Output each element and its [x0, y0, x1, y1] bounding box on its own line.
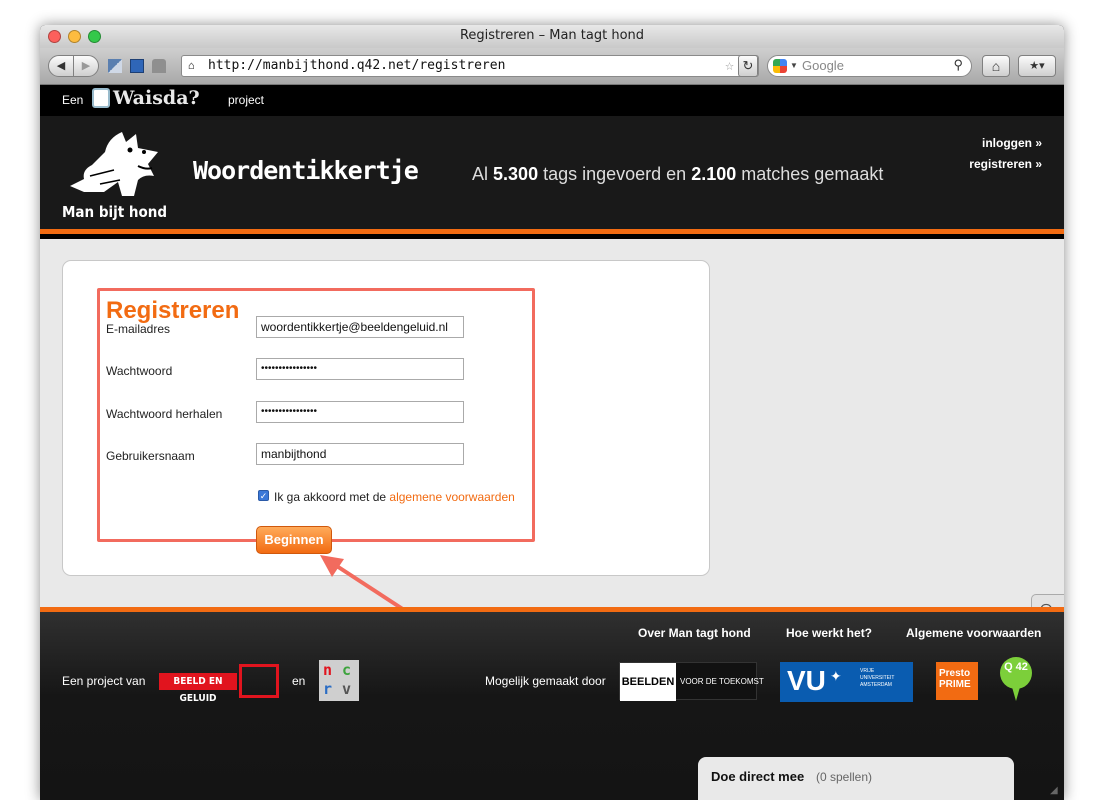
- terms-line: Ik ga akkoord met de algemene voorwaarde…: [274, 490, 515, 504]
- stats-line: Al 5.300 tags ingevoerd en 2.100 matches…: [472, 164, 883, 185]
- waisda-bar: Een Waisda? project: [40, 85, 1064, 116]
- bookmark-star-icon[interactable]: ☆: [725, 55, 734, 75]
- stats-tags-count: 5.300: [493, 164, 539, 184]
- terms-text: Ik ga akkoord met de: [274, 490, 387, 504]
- search-field[interactable]: ▼ Google ⚲: [767, 55, 972, 77]
- password-label: Wachtwoord: [106, 364, 173, 378]
- url-bar[interactable]: ⌂ http://manbijthond.q42.net/registreren…: [181, 55, 759, 77]
- zoom-window-button[interactable]: [88, 30, 101, 43]
- window-title: Registreren – Man tagt hond: [459, 28, 645, 43]
- waisda-prefix: Een: [62, 93, 84, 107]
- login-link[interactable]: inloggen »: [982, 136, 1042, 150]
- stats-post: matches gemaakt: [741, 164, 884, 184]
- registration-heading: Registreren: [106, 297, 240, 324]
- email-label: E-mailadres: [106, 322, 171, 336]
- forward-button[interactable]: ▶: [73, 55, 99, 77]
- home-icon[interactable]: ⌂: [982, 55, 1010, 77]
- window-titlebar: Registreren – Man tagt hond: [40, 25, 1064, 48]
- tv-icon: [92, 88, 110, 108]
- register-link[interactable]: registreren »: [969, 157, 1042, 171]
- engine-dropdown-icon[interactable]: ▼: [790, 56, 798, 76]
- url-text: http://manbijthond.q42.net/registreren: [208, 58, 506, 73]
- presto-prime-logo[interactable]: Presto PRIME: [936, 662, 978, 700]
- save-icon[interactable]: [130, 59, 144, 73]
- site-header: Man bijt hond Woordentikkertje Al 5.300 …: [40, 116, 1064, 234]
- griffin-icon: ✦: [830, 668, 842, 684]
- footer-link-how[interactable]: Hoe werkt het?: [786, 626, 872, 640]
- play-now-count: (0 spellen): [816, 770, 873, 784]
- minimize-window-button[interactable]: [68, 30, 81, 43]
- dog-logo-icon[interactable]: [60, 130, 168, 200]
- q42-logo[interactable]: Q 42: [1000, 657, 1032, 689]
- print-icon[interactable]: [152, 59, 166, 73]
- waisda-suffix: project: [228, 93, 265, 107]
- footer-link-about[interactable]: Over Man tagt hond: [638, 626, 751, 640]
- username-label: Gebruikersnaam: [106, 449, 195, 463]
- play-now-panel[interactable]: Doe direct mee (0 spellen): [698, 757, 1014, 800]
- beeld-en-geluid-logo[interactable]: BEELD EN GELUID: [159, 673, 237, 704]
- beelden-voor-de-toekomst-logo[interactable]: BEELDEN VOOR DE TOEKOMST: [619, 662, 764, 701]
- browser-toolbar: ◀ ▶ ⌂ http://manbijthond.q42.net/registr…: [40, 48, 1064, 85]
- logo-caption[interactable]: Man bijt hond: [62, 203, 167, 221]
- ncrv-logo[interactable]: n c r v: [319, 660, 359, 701]
- search-placeholder: Google: [802, 58, 844, 73]
- password-repeat-label: Wachtwoord herhalen: [106, 407, 223, 421]
- close-window-button[interactable]: [48, 30, 61, 43]
- stats-mid: tags ingevoerd en: [543, 164, 687, 184]
- bookmarks-menu-icon[interactable]: ★▾: [1018, 55, 1056, 77]
- footer-link-terms[interactable]: Algemene voorwaarden: [906, 626, 1041, 640]
- stats-matches-count: 2.100: [691, 164, 737, 184]
- search-icon[interactable]: ⚲: [953, 55, 963, 75]
- back-button[interactable]: ◀: [48, 55, 74, 77]
- reload-icon[interactable]: ↻: [738, 55, 758, 77]
- logo-highlight-box: [239, 664, 279, 698]
- browser-window: Registreren – Man tagt hond ◀ ▶ ⌂ http:/…: [40, 25, 1064, 800]
- terms-link[interactable]: algemene voorwaarden: [389, 490, 514, 504]
- site-title: Woordentikkertje: [193, 156, 419, 185]
- waisda-logo[interactable]: Waisda?: [113, 87, 200, 109]
- main-content: Registreren E-mailadres woordentikkertje…: [40, 239, 1064, 714]
- terms-checkbox[interactable]: ✓: [258, 490, 269, 501]
- site-favicon-icon: ⌂: [188, 59, 195, 72]
- password-field[interactable]: ••••••••••••••••: [256, 358, 464, 380]
- play-now-title: Doe direct mee: [711, 769, 805, 784]
- password-repeat-field[interactable]: ••••••••••••••••: [256, 401, 464, 423]
- and-text: en: [292, 674, 306, 688]
- project-by-text: Een project van: [62, 674, 146, 688]
- google-engine-icon[interactable]: [773, 59, 787, 73]
- resize-grip-icon[interactable]: ◢: [1050, 785, 1058, 796]
- email-field[interactable]: woordentikkertje@beeldengeluid.nl: [256, 316, 464, 338]
- vu-amsterdam-logo[interactable]: VU ✦ VRIJE UNIVERSITEIT AMSTERDAM: [780, 662, 913, 702]
- stats-pre: Al: [472, 164, 489, 184]
- registration-panel: Registreren E-mailadres woordentikkertje…: [62, 260, 710, 576]
- q42-pin-icon: [1012, 687, 1020, 701]
- made-possible-text: Mogelijk gemaakt door: [485, 674, 606, 688]
- window-icon[interactable]: [108, 59, 122, 73]
- username-field[interactable]: manbijthond: [256, 443, 464, 465]
